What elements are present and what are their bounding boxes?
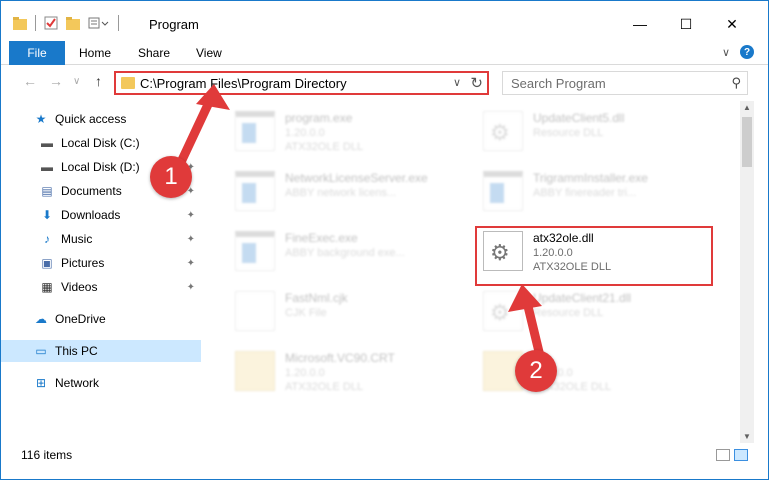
callout-step-2: 2 <box>515 350 557 392</box>
callout-step-1: 1 <box>150 156 192 198</box>
callout-arrow-1 <box>177 84 545 361</box>
